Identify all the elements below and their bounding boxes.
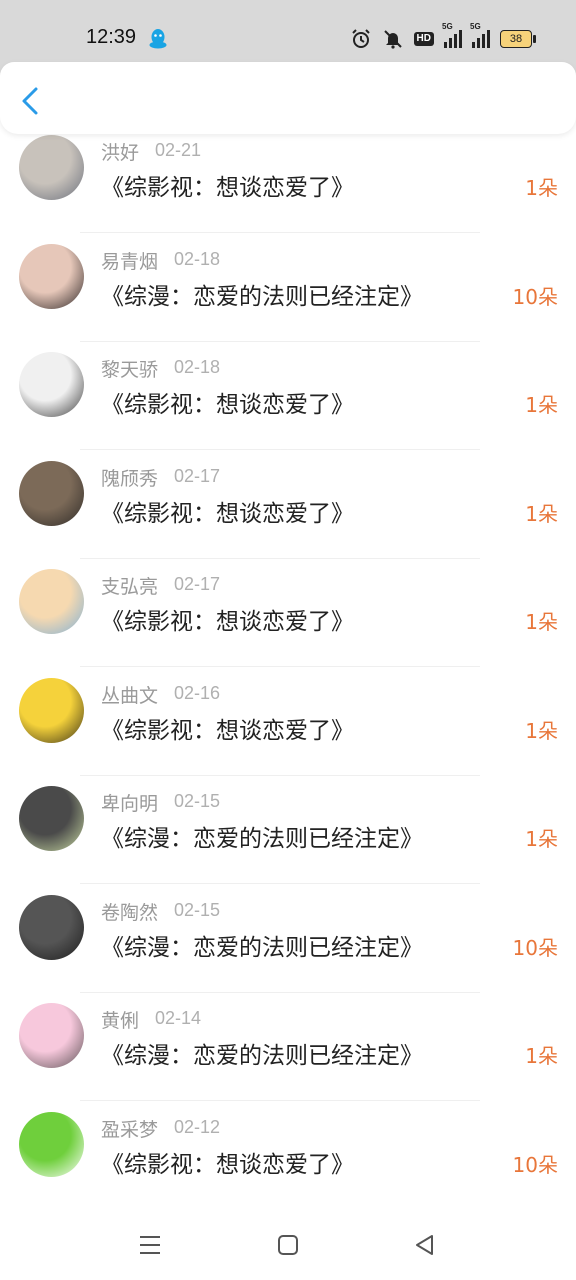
date: 02-15 bbox=[174, 791, 221, 811]
list-item[interactable]: 易青烟 02-18 《综漫：恋爱的法则已经注定》 10朵 bbox=[0, 233, 576, 342]
avatar[interactable] bbox=[19, 1111, 84, 1177]
avatar[interactable] bbox=[19, 460, 84, 526]
avatar[interactable] bbox=[19, 677, 84, 743]
list-item[interactable]: 支弘亮 02-17 《综影视：想谈恋爱了》 1朵 bbox=[0, 558, 576, 667]
list-item[interactable]: 洪好 02-21 《综影视：想谈恋爱了》 1朵 bbox=[0, 124, 576, 233]
user-name: 盈采梦 bbox=[101, 1118, 159, 1141]
avatar[interactable] bbox=[19, 243, 84, 309]
flower-count: 1朵 bbox=[525, 176, 558, 200]
user-name: 支弘亮 bbox=[101, 576, 159, 598]
system-nav-bar bbox=[0, 1210, 576, 1280]
user-name: 洪好 bbox=[101, 142, 140, 164]
date: 02-15 bbox=[174, 899, 221, 920]
user-name: 隗颀秀 bbox=[101, 467, 159, 490]
book-title: 《综影视：想谈恋爱了》 bbox=[101, 717, 354, 744]
hd-icon: HD bbox=[413, 32, 434, 46]
book-title: 《综影视：想谈恋爱了》 bbox=[101, 1151, 354, 1178]
date: 02-21 bbox=[155, 140, 202, 160]
user-name: 易青烟 bbox=[101, 250, 159, 273]
mute-icon bbox=[383, 30, 402, 49]
list-item[interactable]: 盈采梦 02-12 《综影视：想谈恋爱了》 10朵 bbox=[0, 1101, 576, 1209]
avatar[interactable] bbox=[19, 786, 84, 851]
date: 02-12 bbox=[174, 1116, 221, 1137]
top-bar bbox=[0, 62, 576, 134]
avatar[interactable] bbox=[19, 569, 84, 634]
user-name: 黎天骄 bbox=[101, 359, 159, 381]
avatar[interactable] bbox=[19, 1003, 84, 1068]
date: 02-16 bbox=[174, 682, 221, 703]
book-title: 《综影视：想谈恋爱了》 bbox=[101, 500, 354, 527]
user-name: 卑向明 bbox=[101, 793, 159, 815]
book-title: 《综影视：想谈恋爱了》 bbox=[101, 175, 354, 201]
book-title: 《综漫：恋爱的法则已经注定》 bbox=[101, 1043, 423, 1069]
home-square-icon[interactable] bbox=[275, 1232, 301, 1258]
battery-icon: 38 bbox=[500, 30, 536, 48]
date: 02-17 bbox=[174, 574, 221, 594]
receipts-list: 洪好 02-21 《综影视：想谈恋爱了》 1朵 易青烟 02-18 《综漫：恋爱的法则已经注… bbox=[0, 0, 576, 1280]
book-title: 《综漫：恋爱的法则已经注定》 bbox=[101, 826, 423, 852]
avatar[interactable] bbox=[19, 135, 84, 200]
user-name: 黄俐 bbox=[101, 1010, 140, 1032]
list-item[interactable]: 黎天骄 02-18 《综影视：想谈恋爱了》 1朵 bbox=[0, 341, 576, 450]
flower-count: 10朵 bbox=[512, 284, 558, 309]
list-item[interactable]: 隗颀秀 02-17 《综影视：想谈恋爱了》 1朵 bbox=[0, 450, 576, 559]
list-item[interactable]: 黄俐 02-14 《综漫：恋爱的法则已经注定》 1朵 bbox=[0, 992, 576, 1101]
flower-count: 10朵 bbox=[512, 935, 558, 960]
signal-5g-icon: 5G bbox=[442, 22, 462, 48]
user-name: 丛曲文 bbox=[101, 684, 159, 707]
avatar[interactable] bbox=[19, 352, 84, 417]
menu-icon[interactable] bbox=[137, 1232, 163, 1258]
date: 02-17 bbox=[174, 465, 221, 486]
flower-count: 1朵 bbox=[525, 610, 558, 634]
date: 02-18 bbox=[174, 248, 221, 269]
flower-count: 1朵 bbox=[525, 718, 558, 743]
date: 02-14 bbox=[155, 1008, 202, 1028]
flower-count: 1朵 bbox=[525, 393, 558, 417]
date: 02-18 bbox=[174, 357, 221, 377]
flower-count: 1朵 bbox=[525, 1044, 558, 1068]
list-item[interactable]: 卷陶然 02-15 《综漫：恋爱的法则已经注定》 10朵 bbox=[0, 884, 576, 993]
status-time: 12:39 bbox=[86, 26, 137, 48]
avatar[interactable] bbox=[19, 894, 84, 960]
list-item[interactable]: 卑向明 02-15 《综漫：恋爱的法则已经注定》 1朵 bbox=[0, 775, 576, 884]
book-title: 《综漫：恋爱的法则已经注定》 bbox=[101, 934, 423, 961]
book-title: 《综影视：想谈恋爱了》 bbox=[101, 609, 354, 635]
book-title: 《综漫：恋爱的法则已经注定》 bbox=[101, 283, 423, 310]
flower-count: 1朵 bbox=[525, 827, 558, 851]
alarm-icon bbox=[351, 29, 370, 48]
list-item[interactable]: 丛曲文 02-16 《综影视：想谈恋爱了》 1朵 bbox=[0, 667, 576, 776]
flower-count: 1朵 bbox=[525, 501, 558, 526]
book-title: 《综影视：想谈恋爱了》 bbox=[101, 392, 354, 418]
flower-count: 10朵 bbox=[512, 1152, 558, 1177]
qq-icon bbox=[149, 29, 167, 49]
chevron-left-icon[interactable] bbox=[14, 84, 48, 118]
signal-5g-icon: 5G bbox=[470, 22, 490, 48]
back-triangle-icon[interactable] bbox=[412, 1232, 438, 1258]
user-name: 卷陶然 bbox=[101, 901, 159, 924]
